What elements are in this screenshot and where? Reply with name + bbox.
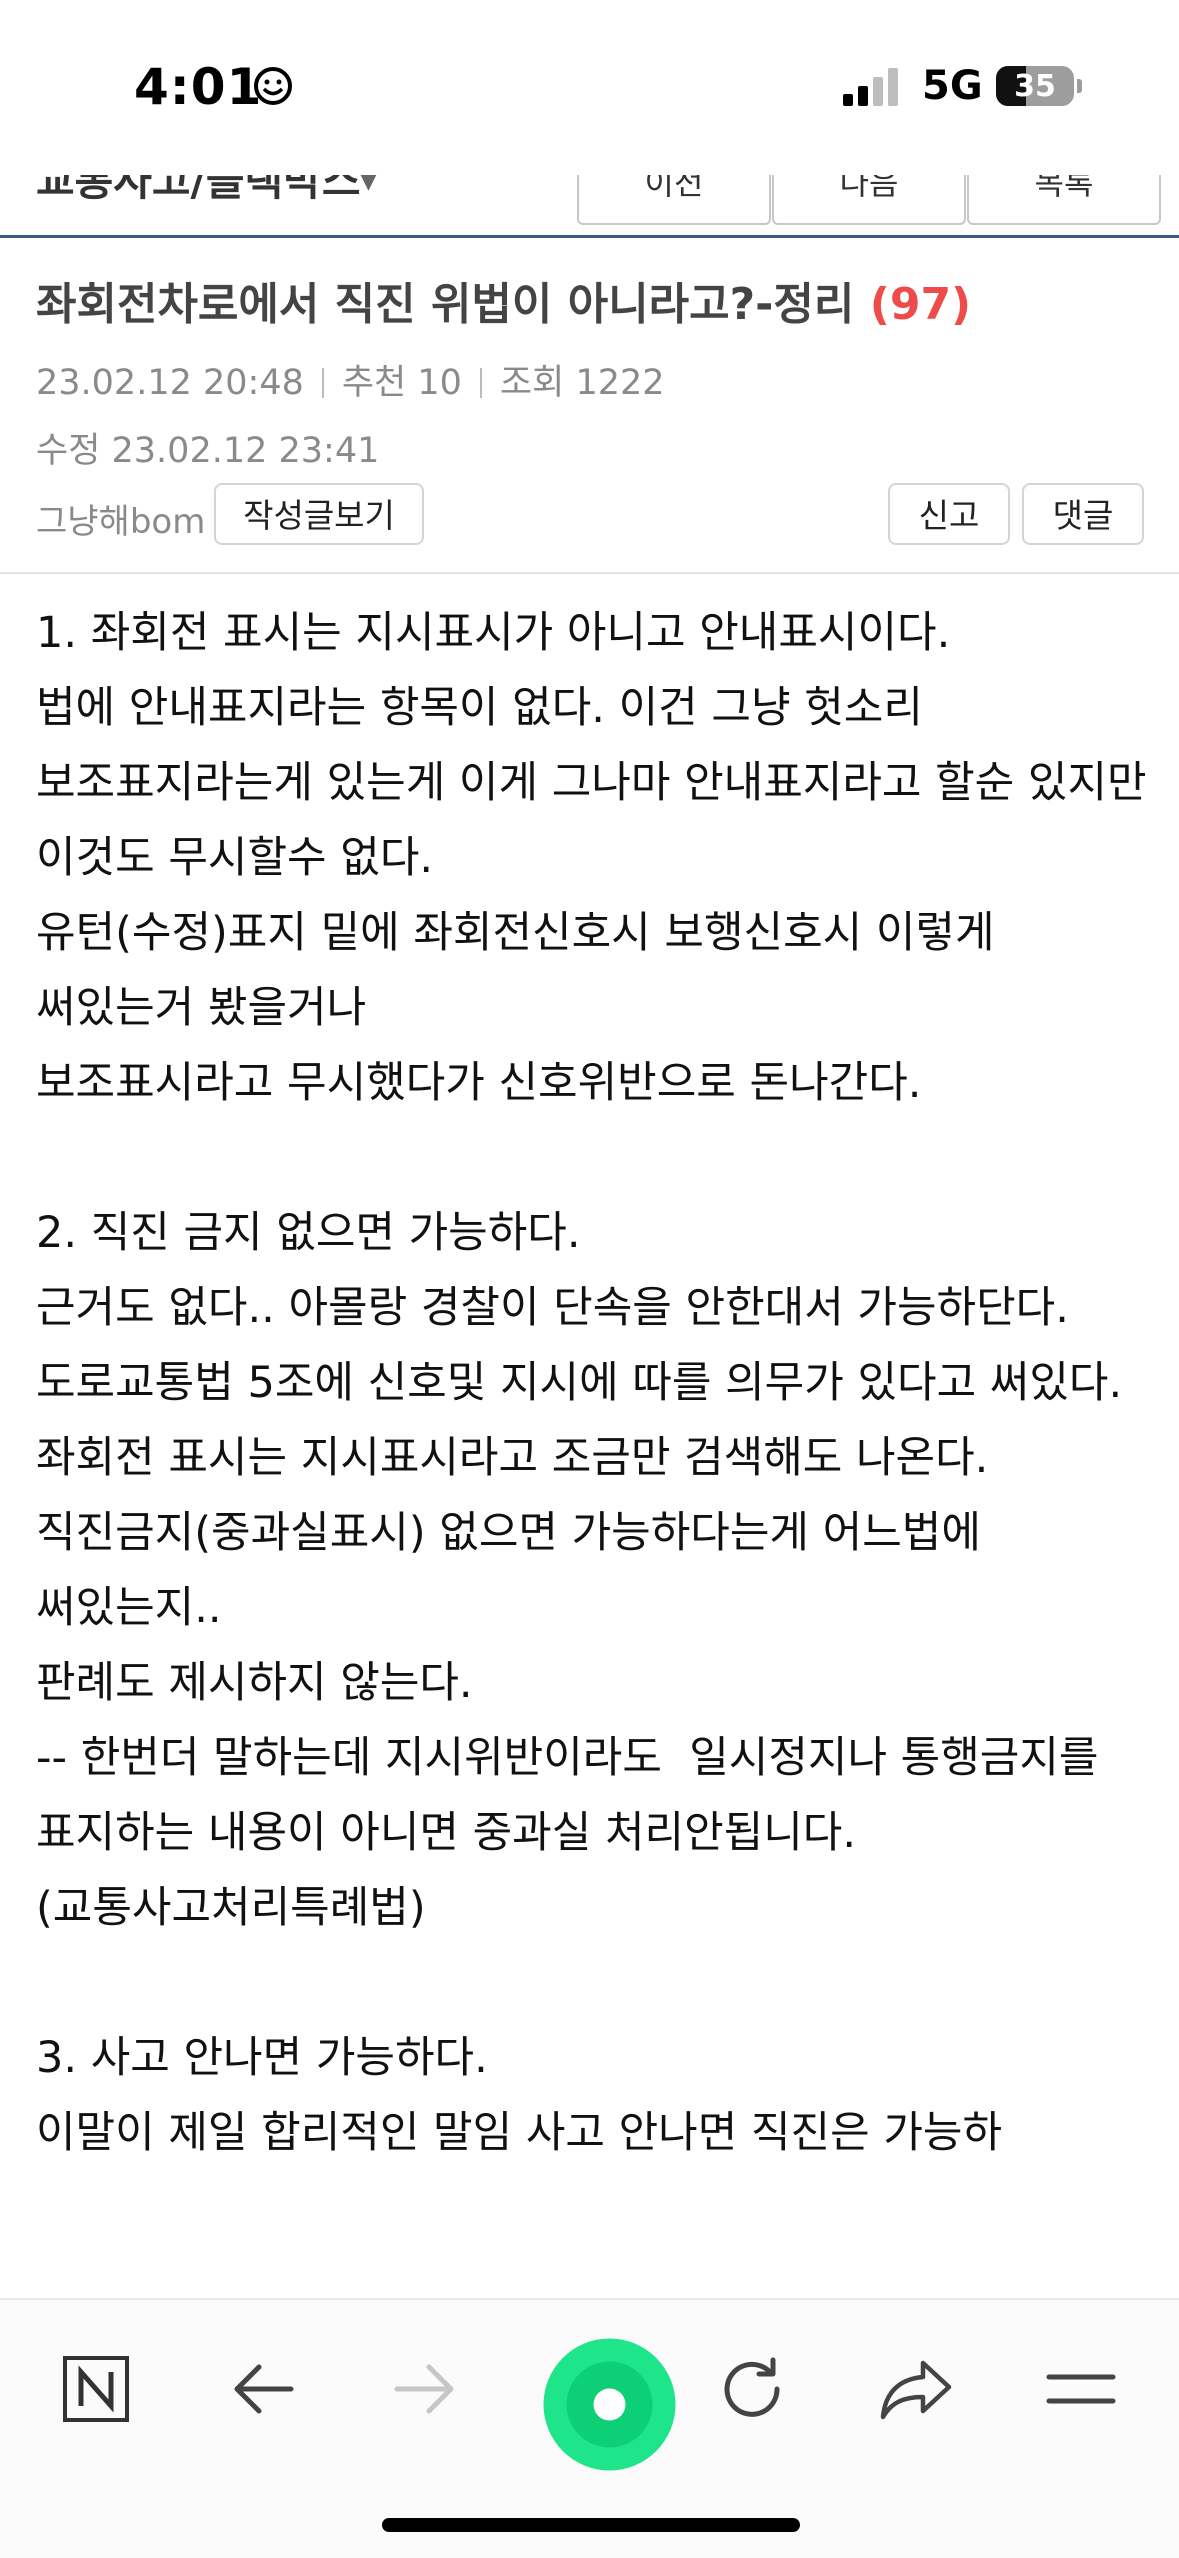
board-name[interactable]: 교통사고/블랙박스	[36, 175, 360, 208]
forward-arrow-icon[interactable]	[381, 2344, 471, 2434]
smiley-icon	[254, 67, 292, 105]
list-button[interactable]: 목록	[967, 175, 1161, 225]
post-title: 좌회전차로에서 직진 위법이 아니라고?-정리 (97)	[36, 268, 971, 332]
post-content: 1. 좌회전 표시는 지시표시가 아니고 안내표시이다. 법에 안내표지라는 항…	[36, 596, 1151, 2296]
board-nav: 교통사고/블랙박스 ▼ 이전 다음 목록	[0, 175, 1179, 238]
share-icon[interactable]	[871, 2344, 961, 2434]
post-title-text: 좌회전차로에서 직진 위법이 아니라고?-정리	[36, 279, 855, 330]
header-divider	[0, 572, 1179, 574]
status-bar: 4:01 5G 35	[0, 0, 1179, 175]
post-date: 23.02.12 20:48	[36, 363, 304, 403]
content-section-1: 1. 좌회전 표시는 지시표시가 아니고 안내표시이다. 법에 안내표지라는 항…	[36, 608, 1147, 1108]
battery-level: 35	[1014, 69, 1056, 104]
menu-icon[interactable]	[1036, 2344, 1126, 2434]
content-section-2: 2. 직진 금지 없으면 가능하다. 근거도 없다.. 아몰랑 경찰이 단속을 …	[36, 1208, 1123, 1933]
recommend-count: 추천 10	[341, 363, 462, 403]
comment-count[interactable]: (97)	[870, 279, 971, 330]
back-arrow-icon[interactable]	[217, 2344, 307, 2434]
refresh-icon[interactable]	[707, 2344, 797, 2434]
signal-icon	[843, 68, 898, 106]
battery-icon: 35	[996, 66, 1074, 106]
chevron-down-icon[interactable]: ▼	[360, 175, 377, 194]
next-post-button[interactable]: 다음	[772, 175, 966, 225]
network-type: 5G	[922, 63, 983, 109]
home-indicator[interactable]	[382, 2518, 800, 2532]
naver-n-icon[interactable]	[51, 2344, 141, 2434]
status-time: 4:01	[134, 58, 263, 116]
view-author-posts-button[interactable]: 작성글보기	[214, 483, 424, 545]
view-count: 조회 1222	[499, 363, 665, 403]
prev-post-button[interactable]: 이전	[577, 175, 771, 225]
modified-date: 수정 23.02.12 23:41	[36, 431, 380, 471]
green-dot-icon[interactable]	[542, 2337, 677, 2472]
content-section-3: 3. 사고 안나면 가능하다. 이말이 제일 합리적인 말임 사고 안나면 직진…	[36, 2033, 1002, 2158]
comment-button[interactable]: 댓글	[1022, 483, 1144, 545]
report-button[interactable]: 신고	[888, 483, 1010, 545]
post-meta: 23.02.12 20:48 추천 10 조회 1222	[36, 354, 665, 405]
author-name[interactable]: 그냥해bom	[36, 494, 205, 543]
